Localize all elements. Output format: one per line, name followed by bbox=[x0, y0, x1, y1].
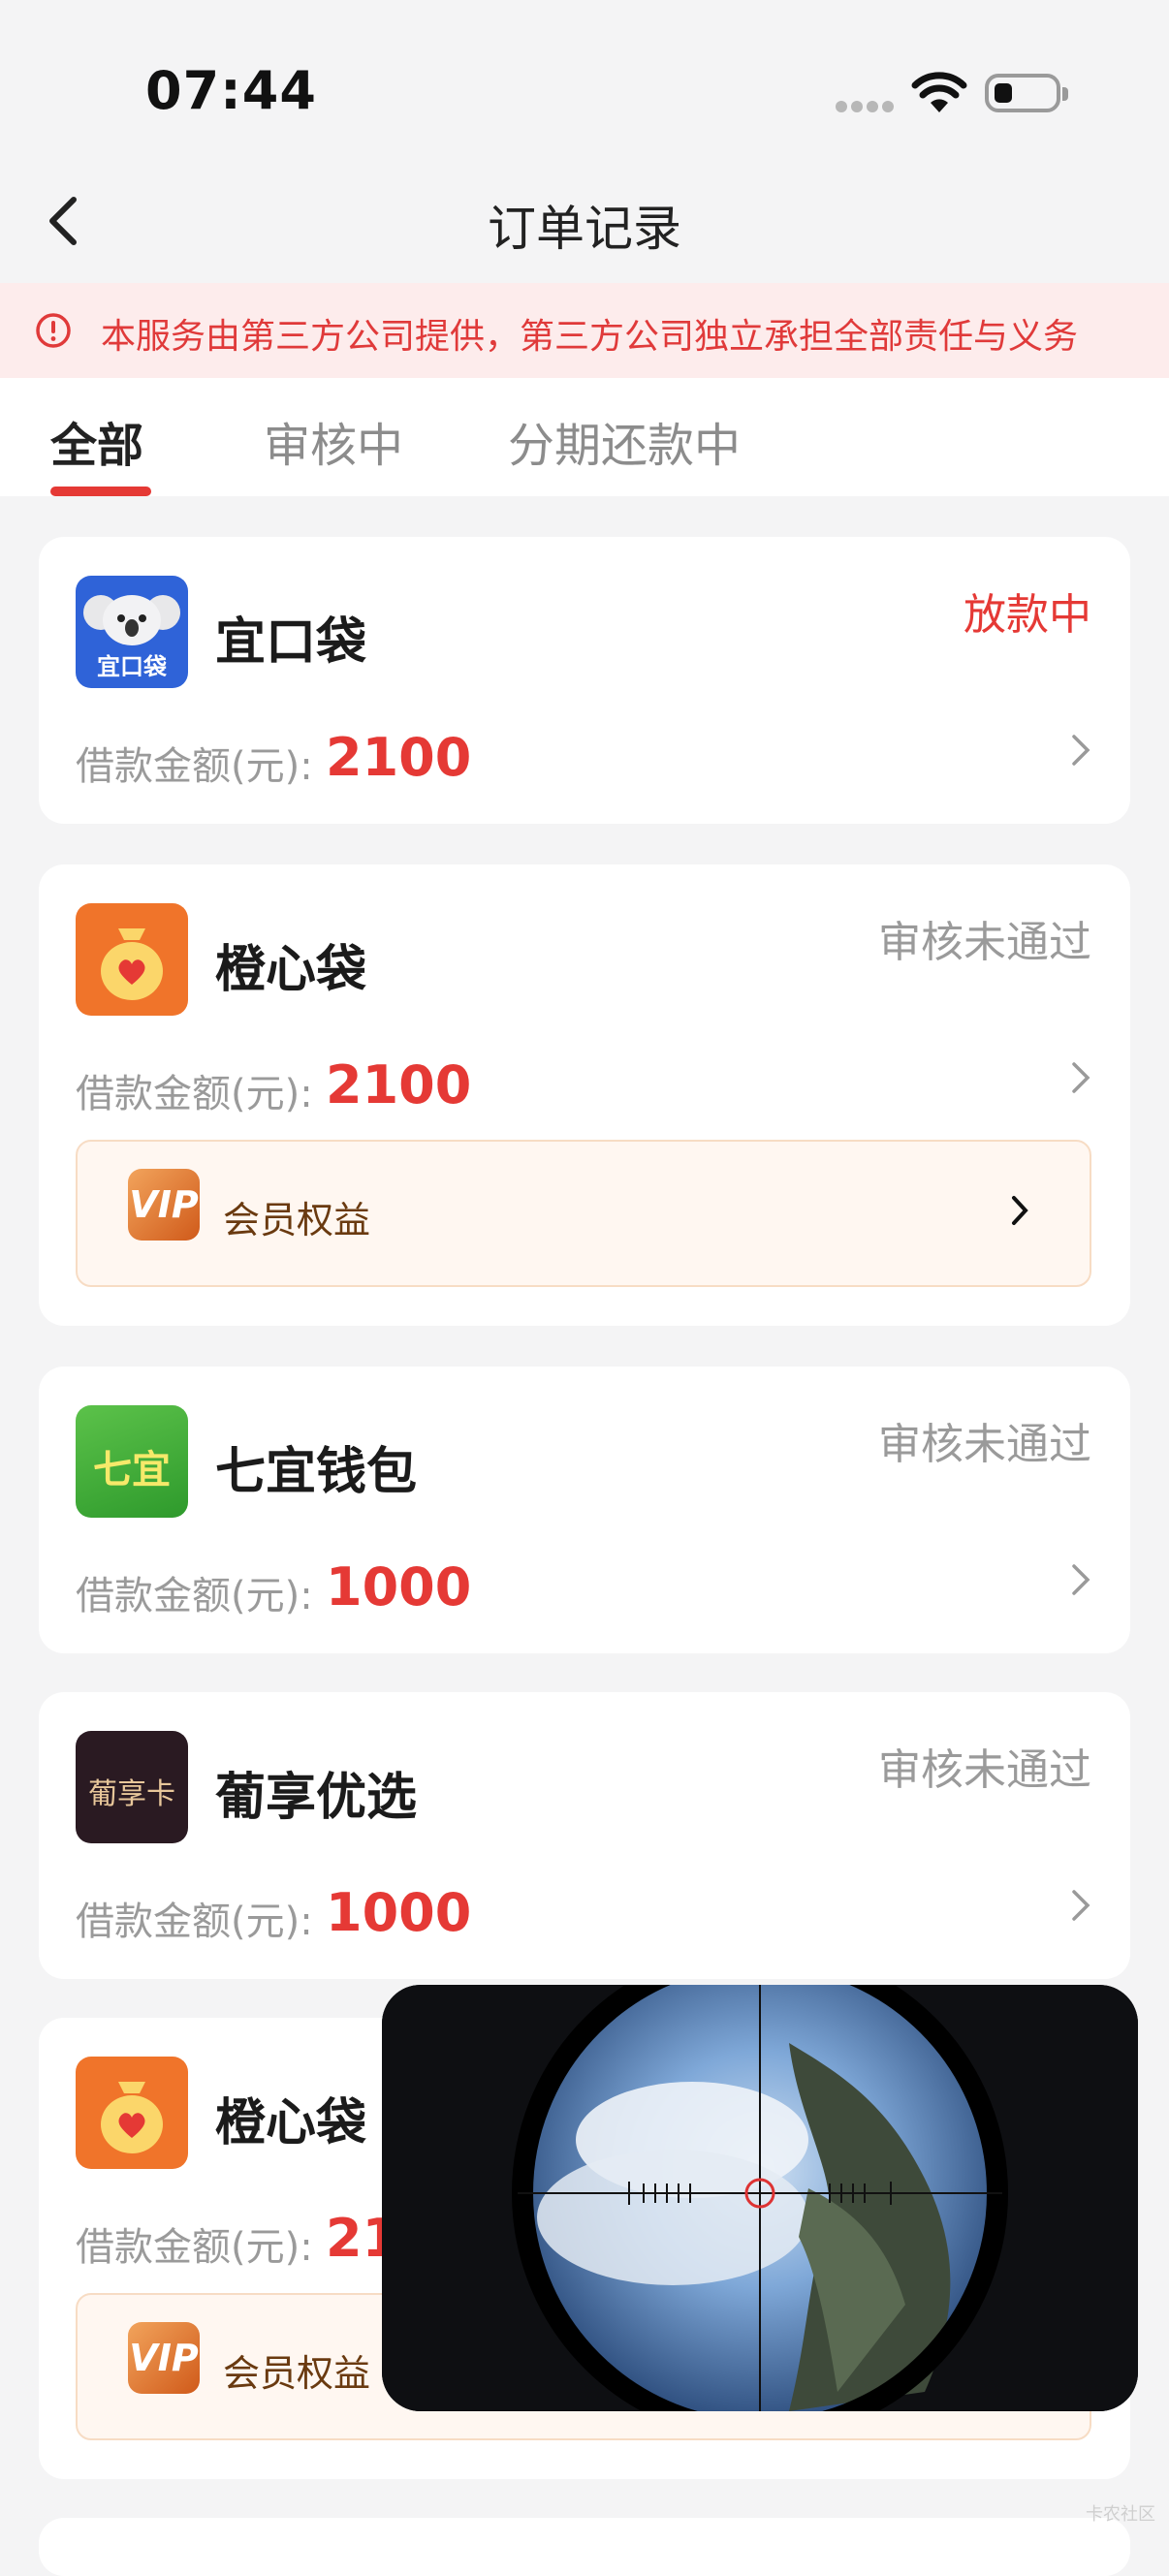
tab-reviewing[interactable]: 审核中 bbox=[264, 407, 403, 475]
chevron-right-icon bbox=[1072, 735, 1090, 766]
order-card[interactable] bbox=[39, 2518, 1130, 2576]
order-status: 放款中 bbox=[964, 590, 1091, 640]
amount-value: 2100 bbox=[326, 1054, 472, 1115]
qiyi-logo: 七宜 bbox=[76, 1405, 188, 1518]
logo-text: 七宜 bbox=[93, 1448, 171, 1492]
order-card[interactable]: 橙心袋 审核未通过 借款金额(元): 2100 VIP 会员权益 bbox=[39, 864, 1130, 1326]
vip-label: 会员权益 bbox=[223, 1199, 371, 1241]
cellular-signal-icon bbox=[836, 101, 894, 112]
logo-text: 葡享卡 bbox=[88, 1777, 175, 1811]
chevron-right-icon bbox=[1012, 1196, 1028, 1225]
scope-view-image bbox=[382, 1985, 1138, 2411]
nav-bar: 订单记录 bbox=[0, 165, 1169, 283]
app-name: 葡享优选 bbox=[215, 1769, 418, 1827]
status-bar: 07:44 bbox=[0, 0, 1169, 165]
chevron-right-icon bbox=[1072, 1564, 1090, 1595]
money-bag-heart-icon bbox=[76, 2057, 188, 2169]
wifi-icon bbox=[911, 72, 967, 112]
amount-label: 借款金额(元): bbox=[76, 1900, 313, 1944]
order-card[interactable]: 七宜 七宜钱包 审核未通过 借款金额(元): 1000 bbox=[39, 1367, 1130, 1653]
app-name: 橙心袋 bbox=[215, 2094, 367, 2152]
third-party-notice: 本服务由第三方公司提供，第三方公司独立承担全部责任与义务 bbox=[0, 283, 1169, 378]
active-tab-indicator bbox=[50, 487, 151, 496]
amount-value: 1000 bbox=[326, 1882, 472, 1943]
order-status: 审核未通过 bbox=[878, 918, 1091, 967]
order-status: 审核未通过 bbox=[878, 1420, 1091, 1469]
notice-text: 本服务由第三方公司提供，第三方公司独立承担全部责任与义务 bbox=[101, 317, 1079, 357]
chevron-right-icon bbox=[1072, 1062, 1090, 1093]
amount-label: 借款金额(元): bbox=[76, 2225, 313, 2270]
amount-value: 1000 bbox=[326, 1556, 472, 1618]
order-card[interactable]: 葡享卡 葡享优选 审核未通过 借款金额(元): 1000 bbox=[39, 1692, 1130, 1979]
amount-label: 借款金额(元): bbox=[76, 1072, 313, 1116]
puxiang-logo: 葡享卡 bbox=[76, 1731, 188, 1843]
app-name: 七宜钱包 bbox=[215, 1443, 418, 1501]
status-time: 07:44 bbox=[145, 60, 317, 121]
amount-value: 2100 bbox=[326, 727, 472, 788]
pip-video-overlay[interactable] bbox=[382, 1985, 1138, 2411]
app-name: 橙心袋 bbox=[215, 941, 367, 999]
order-card[interactable]: 宜口袋 宜口袋 放款中 借款金额(元): 2100 bbox=[39, 537, 1130, 824]
money-bag-heart-icon bbox=[76, 903, 188, 1016]
vip-benefits-banner[interactable]: VIP 会员权益 bbox=[76, 1140, 1091, 1287]
vip-label: 会员权益 bbox=[223, 2352, 371, 2395]
app-name: 宜口袋 bbox=[215, 613, 367, 672]
chevron-right-icon bbox=[1072, 1890, 1090, 1921]
logo-text: 宜口袋 bbox=[97, 653, 167, 680]
watermark: 卡农社区 bbox=[1086, 2504, 1155, 2525]
filter-tabs: 全部 审核中 分期还款中 bbox=[0, 378, 1169, 496]
tab-installment[interactable]: 分期还款中 bbox=[508, 407, 741, 475]
vip-badge-icon: VIP bbox=[128, 2322, 200, 2394]
alert-circle-icon bbox=[36, 313, 71, 348]
koala-icon: 宜口袋 bbox=[76, 576, 188, 688]
page-title: 订单记录 bbox=[488, 201, 681, 257]
vip-badge-icon: VIP bbox=[128, 1169, 200, 1241]
tab-all[interactable]: 全部 bbox=[50, 407, 143, 475]
amount-label: 借款金额(元): bbox=[76, 1574, 313, 1618]
battery-icon bbox=[985, 74, 1068, 112]
order-status: 审核未通过 bbox=[878, 1745, 1091, 1795]
amount-label: 借款金额(元): bbox=[76, 744, 313, 789]
